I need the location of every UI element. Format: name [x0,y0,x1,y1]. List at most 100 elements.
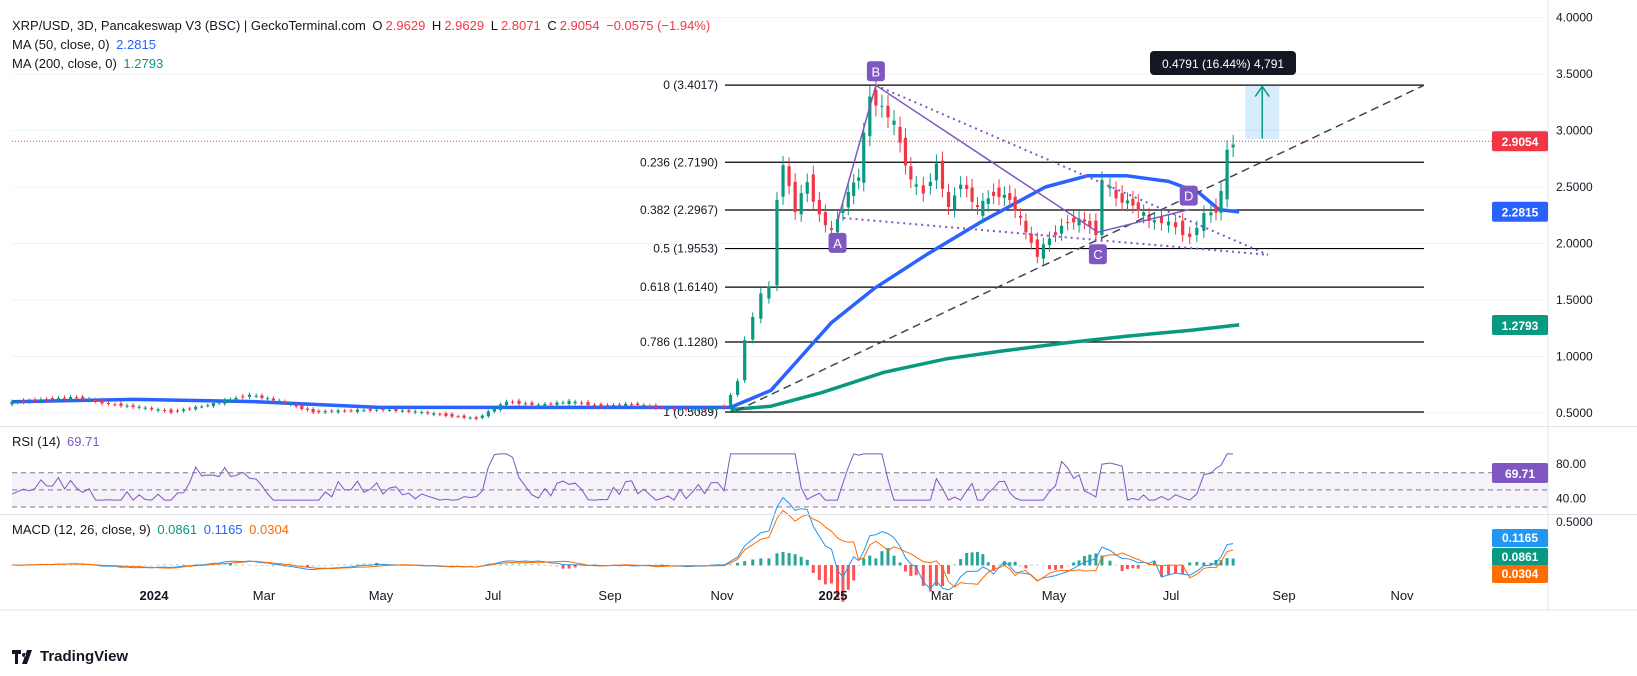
macd-label: MACD (12, 26, close, 9) [12,522,151,537]
candle [1114,189,1118,199]
candle [368,408,372,411]
candle [1195,227,1199,236]
candle [317,410,321,413]
macd-hist-bar [857,565,861,567]
open-label: O [372,18,383,33]
macd-hist-bar [898,562,902,566]
candle [56,398,61,400]
candle [841,208,845,214]
macd-hist-bar [271,565,275,567]
macd-hist-bar [254,565,258,567]
fib-levels: 0 (3.4017) 0.236 (2.7190) 0.382 (2.2967) 0.… [640,78,1424,419]
candle [829,228,834,230]
candle [1072,217,1076,223]
tradingview-logo[interactable]: TradingView [12,648,128,665]
candle [175,410,180,412]
candle [660,407,664,409]
macd-hist-bar [1054,565,1058,570]
candle [874,89,878,106]
candle [852,182,856,196]
x-tick-label: Jul [485,588,502,603]
macd-hist-bar [953,563,957,566]
macd-hist-bar [505,563,509,566]
candle [450,413,454,417]
rsi-value: 69.71 [67,434,100,449]
candle [543,404,547,406]
candle [1136,202,1140,211]
candle [39,399,43,402]
candle [27,400,31,402]
grid [12,17,1548,414]
candle [696,408,700,411]
macd-hist-bar [997,564,1001,566]
candle [759,293,763,319]
rsi-pane: 80.00 40.00 69.71 [11,453,1586,508]
candle [555,402,559,405]
candle [1024,220,1028,233]
macd-hist-bar [1131,565,1135,569]
candle [623,403,628,407]
candle [709,407,713,411]
macd-hist-bar [1136,565,1140,569]
macd-hist-bar [759,558,763,566]
y-tick-label: 1.5000 [1556,293,1593,307]
pattern-marker-label: C [1093,247,1102,262]
macd-hist-bar [1108,560,1112,566]
candle [1131,198,1135,206]
macd-hist-bar [69,564,73,566]
candle [586,401,590,406]
pattern-marker-label: B [872,64,881,79]
candle [703,408,707,410]
candle [206,405,210,407]
macd-hist-bar [829,565,833,584]
macd-hist-bar [247,564,251,566]
open-value: 2.9629 [385,18,426,33]
candle [517,400,521,404]
candle [462,415,466,418]
y-tick-label: 3.5000 [1556,67,1593,81]
macd-hist-bar [1019,565,1023,568]
macd-value-3: 0.0304 [249,522,289,537]
macd-hist-bar [1013,561,1017,566]
macd-hist-bar [880,551,884,566]
macd-value-2: 0.1165 [203,522,243,537]
ma200-line [730,323,1240,412]
candle [486,411,490,417]
candle [672,407,676,410]
candle [93,399,98,402]
macd-hist-bar [1060,565,1064,569]
candle [536,404,540,406]
candle [1047,238,1052,245]
candle [903,137,908,166]
candle [355,409,360,412]
fib-label: 0.5 (1.9553) [653,242,718,256]
macd-hist-bar [241,564,245,566]
candle [934,163,939,181]
candle [728,395,733,406]
candle [426,412,430,414]
macd-hist-bar [444,565,448,566]
candle [940,160,945,189]
candle [959,184,963,189]
candle [1120,193,1124,203]
candle [413,411,417,413]
candle [260,395,264,398]
macd-hist-bar [862,558,866,566]
x-tick-label: Nov [1390,588,1414,603]
candle [247,394,252,397]
candle [654,405,658,409]
symbol-title: XRP/USD, 3D, Pancakeswap V3 (BSC) | Geck… [12,18,366,33]
candle [561,402,565,404]
candle [862,132,866,183]
candle [952,195,957,210]
macd-hist-bar [811,565,815,573]
macd-hist-bar [234,563,238,566]
measure-label: 0.4791 (16.44%) 4,791 [1162,57,1284,71]
candle [1214,206,1218,213]
macd-hist-bar [1029,564,1033,566]
macd-hist-bar [1202,562,1206,566]
candle [375,409,379,411]
candle [567,400,571,404]
candle [928,181,932,187]
candle [156,409,160,411]
